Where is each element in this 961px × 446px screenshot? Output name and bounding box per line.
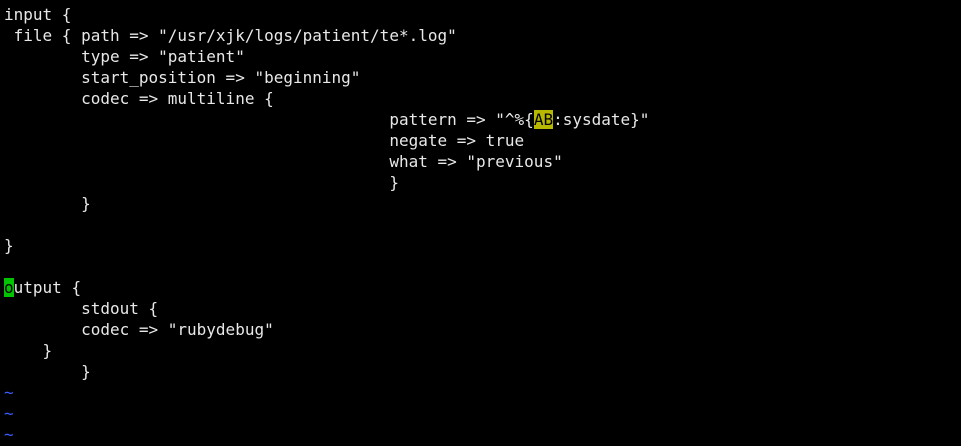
code-line-10: } xyxy=(4,194,91,213)
code-line-15: } xyxy=(4,341,53,360)
search-highlight: AB xyxy=(533,110,554,129)
code-line-11: } xyxy=(4,236,14,255)
code-line-7: negate => true xyxy=(4,131,525,150)
code-line-16: } xyxy=(4,362,91,381)
empty-line-marker: ~ xyxy=(4,425,14,444)
code-line-12: output { xyxy=(4,277,81,298)
code-line-13: stdout { xyxy=(4,299,159,318)
empty-line-marker: ~ xyxy=(4,383,14,402)
code-line-9: } xyxy=(4,173,399,192)
pattern-prefix: pattern => "^%{ xyxy=(4,110,534,129)
text-cursor: o xyxy=(4,278,14,297)
code-line-4: start_position => "beginning" xyxy=(4,68,361,87)
code-line-1: input { xyxy=(4,5,72,24)
code-line-2: file { path => "/usr/xjk/logs/patient/te… xyxy=(4,26,457,45)
output-keyword-rest: utput { xyxy=(13,278,82,297)
pattern-suffix: :sysdate}" xyxy=(553,110,650,129)
terminal-window[interactable]: input { file { path => "/usr/xjk/logs/pa… xyxy=(0,0,961,446)
code-line-8: what => "previous" xyxy=(4,152,563,171)
code-line-6: pattern => "^%{AB:sysdate}" xyxy=(4,109,649,130)
empty-line-marker: ~ xyxy=(4,404,14,423)
code-line-3: type => "patient" xyxy=(4,47,245,66)
code-line-14: codec => "rubydebug" xyxy=(4,320,274,339)
code-line-5: codec => multiline { xyxy=(4,89,274,108)
